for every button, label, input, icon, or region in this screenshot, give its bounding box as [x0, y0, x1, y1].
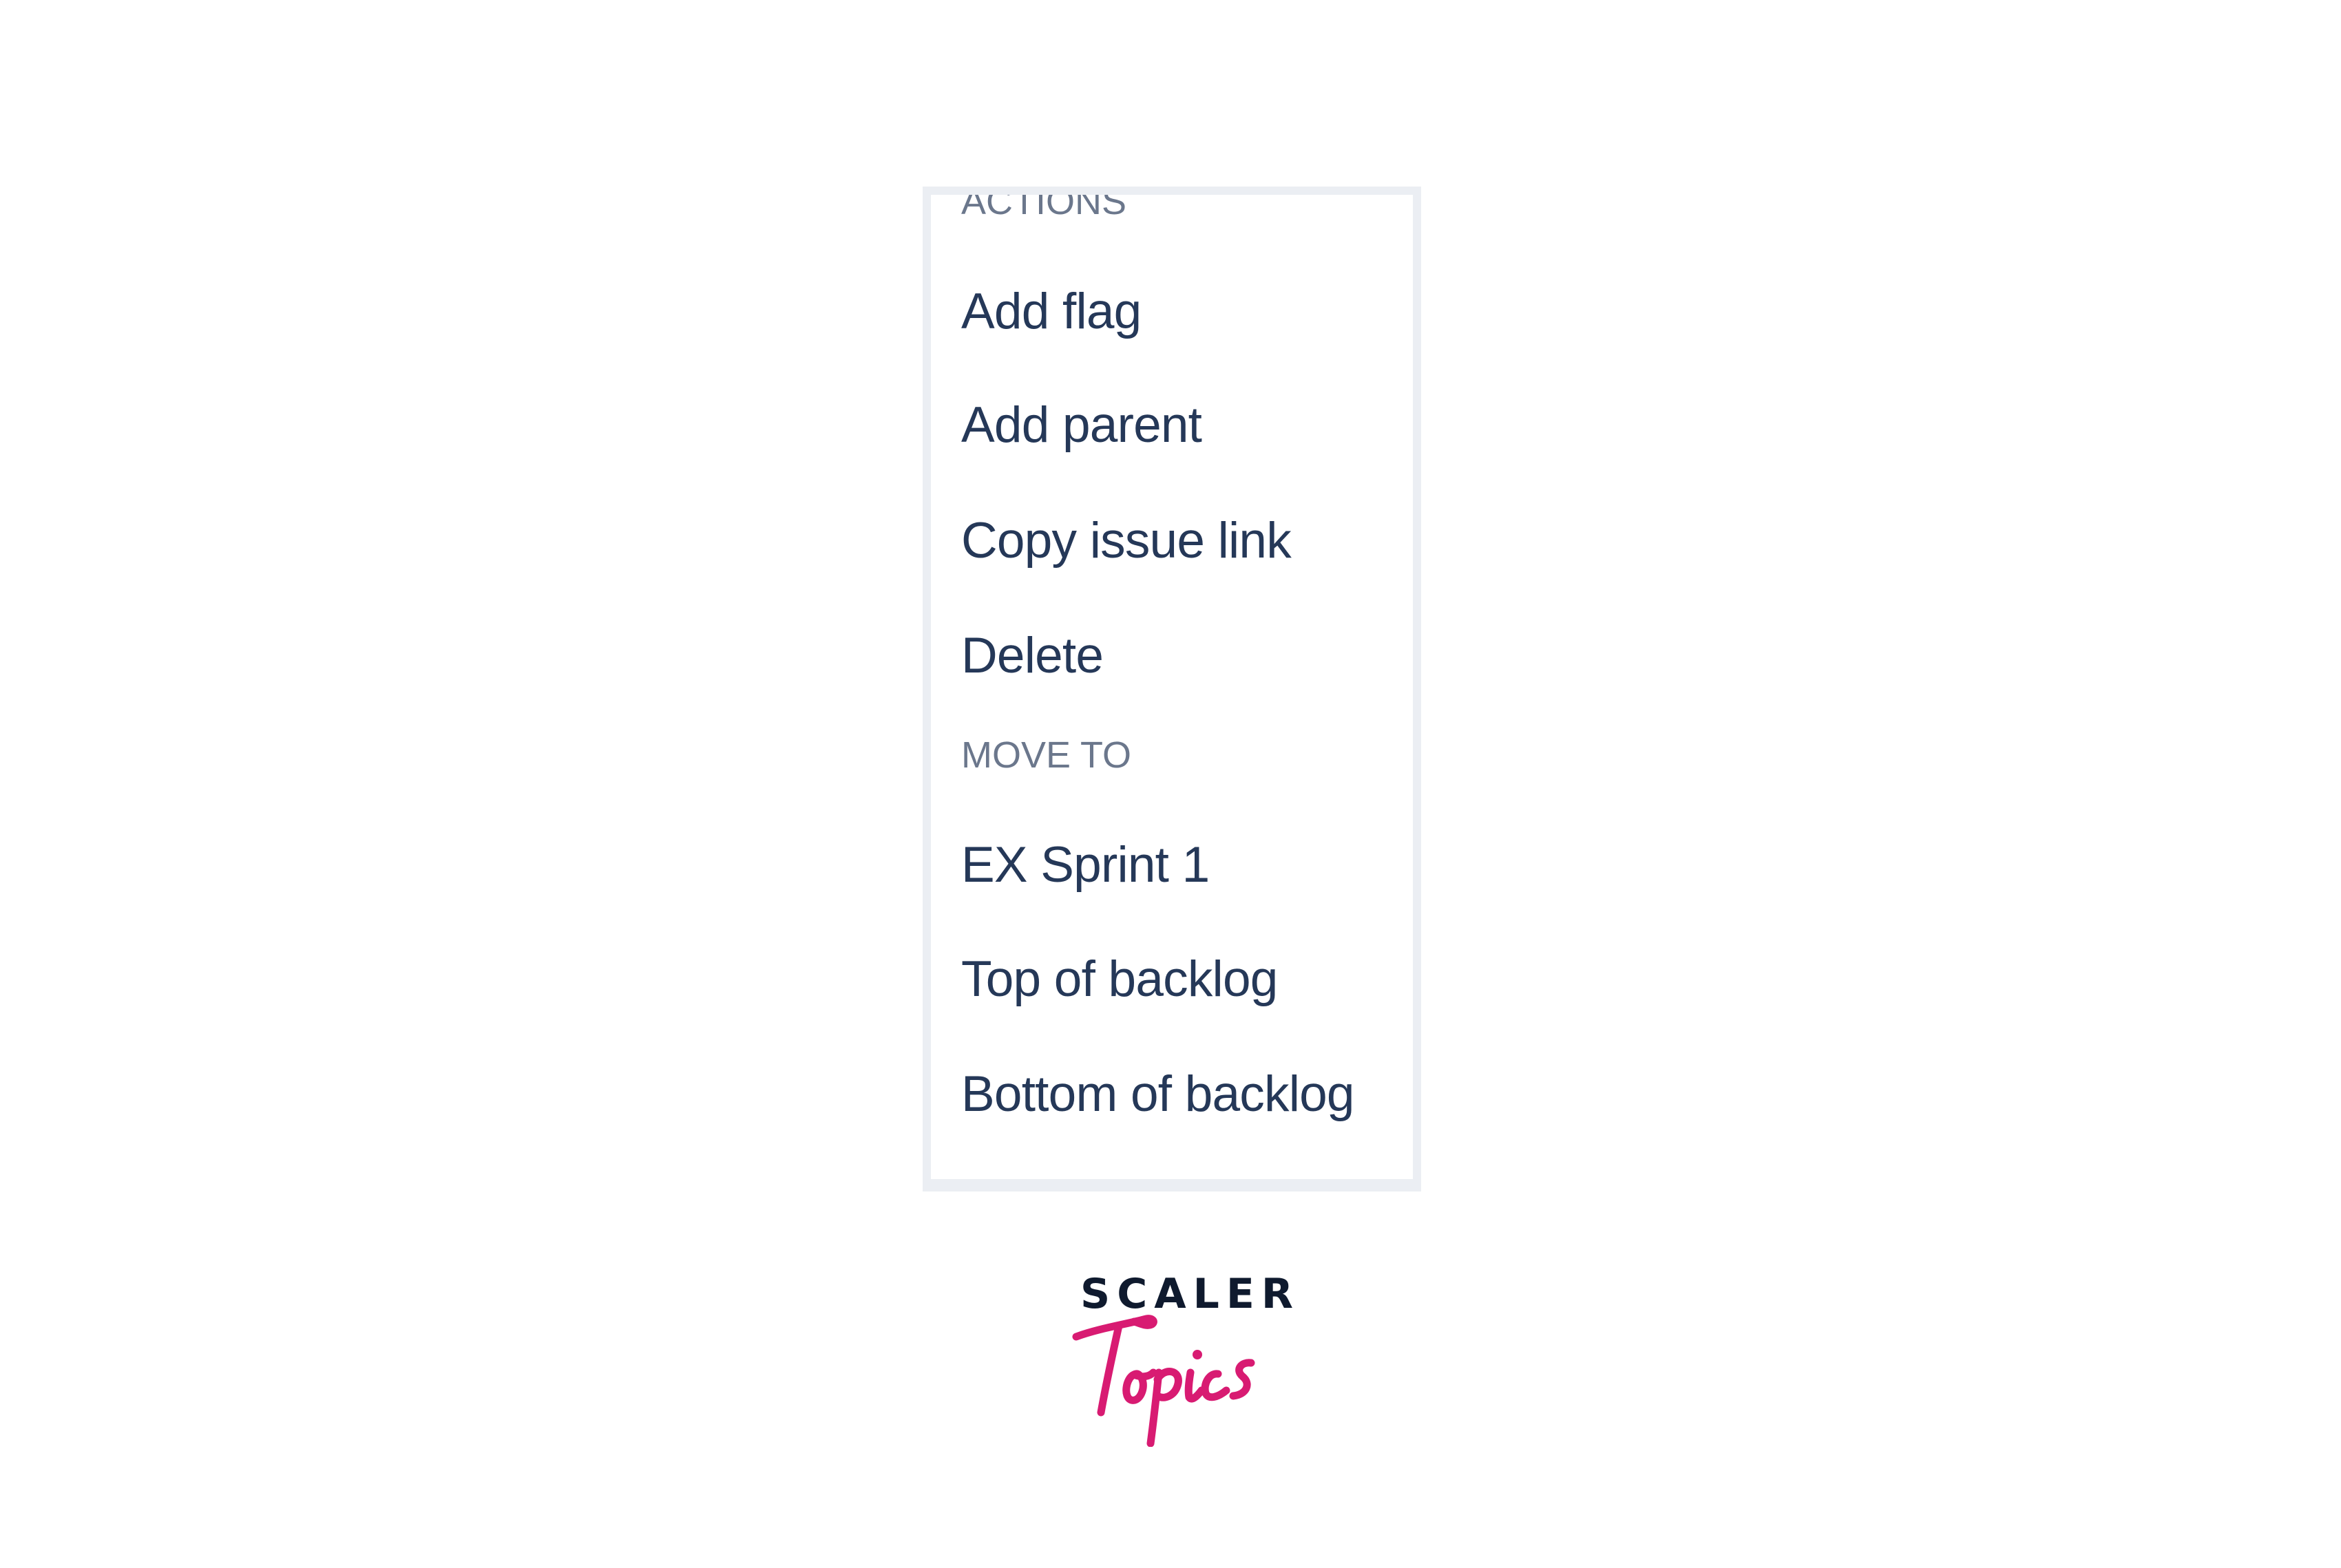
- section-heading-actions: ACTIONS: [961, 195, 1127, 222]
- menu-item-bottom-of-backlog[interactable]: Bottom of backlog: [961, 1069, 1355, 1119]
- section-heading-move-to: MOVE TO: [961, 734, 1132, 776]
- scaler-topics-logo: SCALER: [1071, 1273, 1293, 1447]
- menu-item-add-parent[interactable]: Add parent: [961, 400, 1202, 450]
- logo-topics-script: [1072, 1315, 1255, 1447]
- logo-scaler-text: SCALER: [1080, 1270, 1301, 1318]
- menu-item-delete[interactable]: Delete: [961, 631, 1104, 681]
- menu-item-add-flag[interactable]: Add flag: [961, 286, 1142, 337]
- menu-item-ex-sprint-1[interactable]: EX Sprint 1: [961, 840, 1210, 890]
- menu-item-top-of-backlog[interactable]: Top of backlog: [961, 954, 1278, 1004]
- logo-i-dot: [1193, 1350, 1202, 1359]
- context-menu-panel: ACTIONS Add flag Add parent Copy issue l…: [931, 195, 1413, 1179]
- menu-item-copy-issue-link[interactable]: Copy issue link: [961, 516, 1292, 566]
- context-menu: ACTIONS Add flag Add parent Copy issue l…: [923, 187, 1421, 1191]
